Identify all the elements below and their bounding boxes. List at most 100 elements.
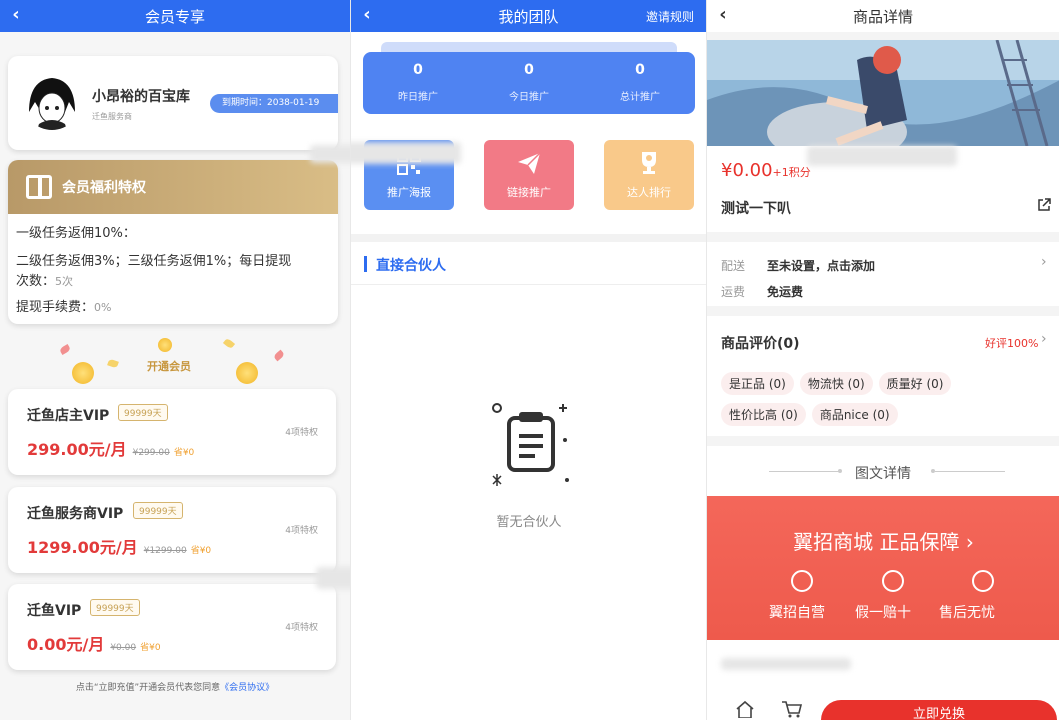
vip-privileges: 4项特权 xyxy=(285,428,318,438)
avatar xyxy=(23,72,81,130)
coin-icon xyxy=(158,338,172,352)
open-member-header: 开通会员 xyxy=(0,336,350,386)
redeem-button[interactable]: 立即兑换 xyxy=(821,700,1057,720)
empty-list-icon xyxy=(492,403,569,486)
vip-name: 迁鱼服务商VIP xyxy=(27,506,124,522)
gift-icon xyxy=(26,175,52,199)
vip-price: 0.00元/月 ¥0.00 省¥0 xyxy=(27,631,161,655)
banner-item: 售后无忧 xyxy=(939,605,995,621)
invite-rules-link[interactable]: 邀请规则 xyxy=(646,8,694,25)
home-icon[interactable] xyxy=(735,700,755,718)
benefit-line-2: 二级任务返佣3%；三级任务返佣1%；每日提现 xyxy=(16,254,292,269)
benefit-card: 会员福利特权 一级任务返佣10%： 二级任务返佣3%；三级任务返佣1%；每日提现… xyxy=(8,160,338,324)
watermark-blur xyxy=(316,567,350,589)
confetti-icon xyxy=(272,349,286,362)
vip-days: 99999天 xyxy=(118,404,168,421)
headset-icon xyxy=(972,570,994,592)
back-icon[interactable]: ‹ xyxy=(6,4,26,25)
benefit-title: 会员福利特权 xyxy=(62,180,146,196)
agreement-link[interactable]: 《会员协议》 xyxy=(220,683,274,693)
review-tags: 是正品 (0) 物流快 (0) 质量好 (0) 性价比高 (0) 商品nice (0) xyxy=(721,372,981,434)
vip-option[interactable]: 迁鱼店主VIP 99999天 299.00元/月 ¥299.00 省¥0 4项特权 xyxy=(8,389,336,475)
vip-option[interactable]: 迁鱼服务商VIP 99999天 1299.00元/月 ¥1299.00 省¥0 4项… xyxy=(8,487,336,573)
back-icon[interactable]: ‹ xyxy=(357,4,377,25)
product-name: 测试一下叭 xyxy=(721,201,791,217)
detail-title: 图文详情 xyxy=(855,466,911,482)
store-icon xyxy=(791,570,813,592)
section-marker xyxy=(364,256,367,272)
profile-role: 迁鱼服务商 xyxy=(92,112,132,121)
profile-card: 小昂裕的百宝库 迁鱼服务商 到期时间：2038-01-19 xyxy=(8,56,338,150)
shipping-label: 配送 xyxy=(721,259,746,273)
back-icon[interactable]: ‹ xyxy=(713,4,733,25)
vip-price-value: 0.00元/月 xyxy=(27,635,105,654)
vip-save: 省¥0 xyxy=(190,546,212,556)
vip-privileges: 4项特权 xyxy=(285,623,318,633)
divider xyxy=(935,471,1005,472)
avatar-image xyxy=(29,78,75,130)
banner-title-text: 翼招商城 正品保障 xyxy=(793,530,960,554)
stat-label: 今日推广 xyxy=(509,92,549,103)
agreement-text: 点击“立即充值”开通会员代表您同意 xyxy=(75,683,221,693)
link-promo-button[interactable]: 链接推广 xyxy=(484,140,574,210)
vip-days: 99999天 xyxy=(133,502,183,519)
review-tag[interactable]: 是正品 (0) xyxy=(721,372,794,395)
review-section: 商品评价(0) 好评100% › 是正品 (0) 物流快 (0) 质量好 (0) 性价… xyxy=(707,316,1059,436)
banner-item: 翼招自营 xyxy=(769,605,825,621)
chevron-right-icon: › xyxy=(1041,254,1047,270)
chevron-right-icon[interactable]: › xyxy=(1041,331,1047,347)
stat-value: 0 xyxy=(413,62,423,78)
stat-today: 0 今日推广 xyxy=(474,62,584,103)
tile-label: 链接推广 xyxy=(507,186,551,199)
vip-privileges: 4项特权 xyxy=(285,526,318,536)
benefit-line-3-label: 次数： xyxy=(16,274,56,289)
review-tag[interactable]: 商品nice (0) xyxy=(811,403,898,426)
confetti-icon xyxy=(222,337,236,350)
review-title: 商品评价(0) xyxy=(721,336,800,352)
watermark-blur xyxy=(351,142,461,164)
vip-save: 省¥0 xyxy=(140,643,161,653)
vip-price-value: 1299.00元/月 xyxy=(27,538,138,557)
shield-icon xyxy=(881,570,904,592)
ranking-button[interactable]: 达人排行 xyxy=(604,140,694,210)
fee-label: 运费 xyxy=(721,285,746,299)
divider xyxy=(351,234,706,242)
page-title: 会员专享 xyxy=(144,7,205,26)
shipping-section[interactable]: 配送 至未设置，点击添加 › 运费 免运费 xyxy=(707,242,1059,306)
product-panel: ‹ 商品详情 ¥0.00+1积分 测试一下叭 配送 至未设置，点击添加 › 运费… xyxy=(706,0,1059,720)
shipping-value: 至未设置，点击添加 xyxy=(767,259,876,273)
expire-badge: 到期时间：2038-01-19 xyxy=(210,94,338,113)
banner-item: 假一赔十 xyxy=(855,605,911,621)
benefit-line-4-label: 提现手续费： xyxy=(16,300,95,315)
divider xyxy=(351,284,706,285)
coin-icon xyxy=(236,362,258,384)
benefit-header: 会员福利特权 xyxy=(8,160,338,214)
review-tag[interactable]: 质量好 (0) xyxy=(878,372,952,395)
withdraw-fee: 0% xyxy=(94,301,112,314)
profile-name: 小昂裕的百宝库 xyxy=(92,89,190,105)
vip-save: 省¥0 xyxy=(173,448,195,458)
review-tag[interactable]: 性价比高 (0) xyxy=(721,403,806,426)
vip-price-value: 299.00元/月 xyxy=(27,440,127,459)
cart-icon[interactable] xyxy=(781,700,803,718)
vip-price: 1299.00元/月 ¥1299.00 省¥0 xyxy=(27,534,211,558)
benefit-line-1: 一级任务返佣10%： xyxy=(16,226,136,241)
fee-value: 免运费 xyxy=(767,285,804,299)
product-image[interactable] xyxy=(707,40,1059,146)
member-navbar: ‹ 会员专享 xyxy=(0,0,350,32)
member-panel: ‹ 会员专享 小昂裕的百宝库 迁鱼服务商 到期时间：2038-01-19 会员福… xyxy=(0,0,350,720)
review-rate[interactable]: 好评100% xyxy=(985,335,1038,351)
points: +1积分 xyxy=(772,166,811,179)
vip-option[interactable]: 迁鱼VIP 99999天 0.00元/月 ¥0.00 省¥0 4项特权 xyxy=(8,584,336,670)
page-title: 商品详情 xyxy=(852,7,913,26)
team-panel: ‹ 我的团队 邀请规则 0 昨日推广 0 今日推广 0 总计推广 推广海报 链接推广 … xyxy=(350,0,706,720)
vip-old-price: ¥1299.00 xyxy=(143,546,187,556)
watermark-blur xyxy=(721,658,851,670)
banner-icons xyxy=(767,570,1000,592)
watermark-blur xyxy=(310,145,350,163)
stat-label: 总计推广 xyxy=(620,92,660,103)
review-tag[interactable]: 物流快 (0) xyxy=(799,372,873,395)
tile-label: 达人排行 xyxy=(627,186,671,199)
share-icon[interactable] xyxy=(1037,198,1051,212)
benefit-line-3: 次数：5次 xyxy=(16,272,73,292)
